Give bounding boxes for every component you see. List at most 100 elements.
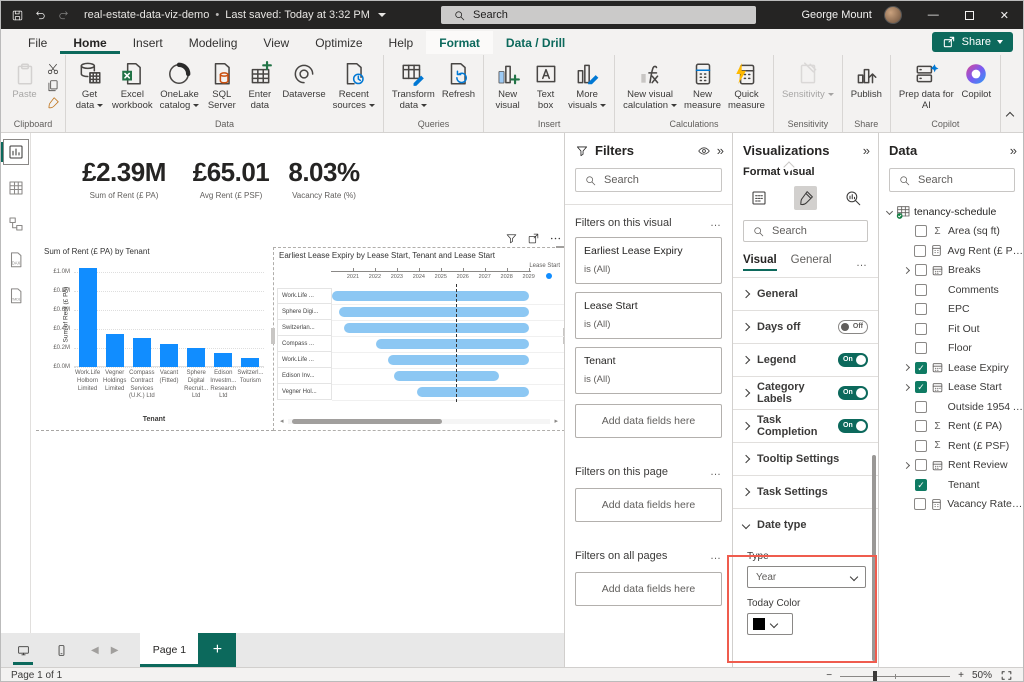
field-row[interactable]: ΣRent (£ PA) [879,417,1024,437]
newvisual-calculation-button[interactable]: New visualcalculation [620,60,680,112]
date-type-dropdown[interactable]: Year [747,566,866,588]
scroll-left-arrow[interactable]: ◂ [280,417,284,425]
focus-mode-icon[interactable] [527,232,540,245]
get-data-button[interactable]: Getdata [71,60,108,112]
more-options-icon[interactable] [549,232,562,245]
tab-view[interactable]: View [250,31,302,54]
copy-icon[interactable] [46,79,60,93]
undo-icon[interactable] [34,9,47,22]
visual-resize-corner[interactable] [556,246,564,256]
field-row[interactable]: Avg Rent (£ PSF) [879,241,1024,261]
maximize-button[interactable] [965,11,974,20]
eye-icon[interactable] [697,144,711,158]
checkbox-unchecked[interactable] [915,401,927,413]
analytics-button[interactable] [841,186,864,210]
add-data-fields-dropzone[interactable]: Add data fields here [575,572,722,606]
checkbox-unchecked[interactable] [915,323,927,335]
add-page-button[interactable]: + [198,633,236,667]
gantt-bar[interactable] [332,291,529,301]
bar[interactable] [241,358,259,367]
save-icon[interactable] [11,9,24,22]
expand-icon[interactable] [902,267,909,274]
enter-data-button[interactable]: Enterdata [241,60,278,112]
copilot-button[interactable]: Copilot [958,60,995,101]
recent-sources-button[interactable]: Recentsources [330,60,378,112]
gantt-bar[interactable] [417,387,529,397]
field-row[interactable]: Outside 1954 Act [879,397,1024,417]
gantt-chart-visual[interactable]: Earliest Lease Expiry by Lease Start, Te… [273,247,564,431]
add-data-fields-dropzone[interactable]: Add data fields here [575,404,722,438]
field-row[interactable]: ΣArea (sq ft) [879,222,1024,242]
group-more-options-icon[interactable]: … [710,217,722,229]
quick-measure-button[interactable]: Quickmeasure [725,60,768,112]
mobile-view-button[interactable] [51,640,71,660]
fit-to-page-icon[interactable] [1000,669,1013,682]
group-more-options-icon[interactable]: … [710,466,722,478]
cut-icon[interactable] [46,62,60,76]
expand-icon[interactable] [902,462,909,469]
checkbox-unchecked[interactable] [915,284,927,296]
filter-card[interactable]: Earliest Lease Expiryis (All) [575,237,722,284]
format-section-task-settings[interactable]: Task Settings [733,475,878,508]
tmdl-view[interactable]: TMDL [5,285,27,307]
checkbox-unchecked[interactable] [914,245,926,257]
gantt-bar[interactable] [388,355,529,365]
checkbox-unchecked[interactable] [915,225,927,237]
dax-query-view[interactable]: DAX [5,249,27,271]
bar[interactable] [133,338,151,367]
checkbox-unchecked[interactable] [915,342,927,354]
field-row[interactable]: EPC [879,300,1024,320]
checkbox-unchecked[interactable] [914,498,926,510]
checkbox-unchecked[interactable] [915,420,927,432]
toggle-off[interactable]: Off [838,320,868,334]
format-visual-button[interactable] [794,186,817,210]
page-tab[interactable]: Page 1 [140,633,198,667]
global-search-input[interactable]: Search [441,6,756,24]
new-visual-button[interactable]: Newvisual [489,60,526,112]
filter-card[interactable]: Lease Startis (All) [575,292,722,339]
kpi-card[interactable]: 8.03%Vacancy Rate (%) [259,157,389,200]
filter-card[interactable]: Tenantis (All) [575,347,722,394]
collapse-pane-icon[interactable]: » [717,143,722,158]
format-painter-icon[interactable] [46,96,60,110]
gantt-bar[interactable] [344,323,528,333]
expand-icon[interactable] [902,384,909,391]
sql-server-button[interactable]: SQLServer [203,60,240,112]
field-row[interactable]: Breaks [879,261,1024,281]
pane-scrollbar[interactable] [872,455,876,661]
new-measure-button[interactable]: Newmeasure [681,60,724,112]
transform-data-button[interactable]: Transformdata [389,60,438,112]
tabs-more-options-icon[interactable]: … [856,257,868,269]
field-row[interactable]: Floor [879,339,1024,359]
close-button[interactable]: ✕ [1000,9,1009,22]
tab-file[interactable]: File [15,31,60,54]
field-row[interactable]: Comments [879,280,1024,300]
collapse-pane-icon[interactable]: » [863,143,868,158]
prepdatafor-ai-button[interactable]: Prep data forAI [896,60,957,112]
title-caret-icon[interactable] [378,13,386,17]
toggle-on[interactable]: On [838,353,868,367]
bar[interactable] [79,268,97,367]
checkbox-checked[interactable]: ✓ [915,362,927,374]
next-page-arrow[interactable]: ▶ [111,645,119,656]
share-button[interactable]: Share [932,32,1013,52]
format-section-general[interactable]: General [733,277,878,310]
tab-insert[interactable]: Insert [120,31,176,54]
tab-help[interactable]: Help [376,31,427,54]
format-section-date-type[interactable]: Date type [733,508,878,541]
add-data-fields-dropzone[interactable]: Add data fields here [575,488,722,522]
report-view[interactable] [5,141,27,163]
build-visual-button[interactable] [747,186,770,210]
tab-format[interactable]: Format [426,31,493,54]
checkbox-checked[interactable]: ✓ [915,381,927,393]
onelake-catalog-button[interactable]: OneLakecatalog [157,60,203,112]
bar[interactable] [160,344,178,367]
field-row[interactable]: ΣRent (£ PSF) [879,436,1024,456]
tab-home[interactable]: Home [60,31,119,54]
zoom-out-button[interactable]: − [826,670,832,681]
format-section-task-completion[interactable]: Task CompletionOn [733,409,878,442]
format-section-days-off[interactable]: Days offOff [733,310,878,343]
user-avatar[interactable] [884,6,902,24]
filters-search-input[interactable]: Search [575,168,722,192]
data-search-input[interactable]: Search [889,168,1015,192]
